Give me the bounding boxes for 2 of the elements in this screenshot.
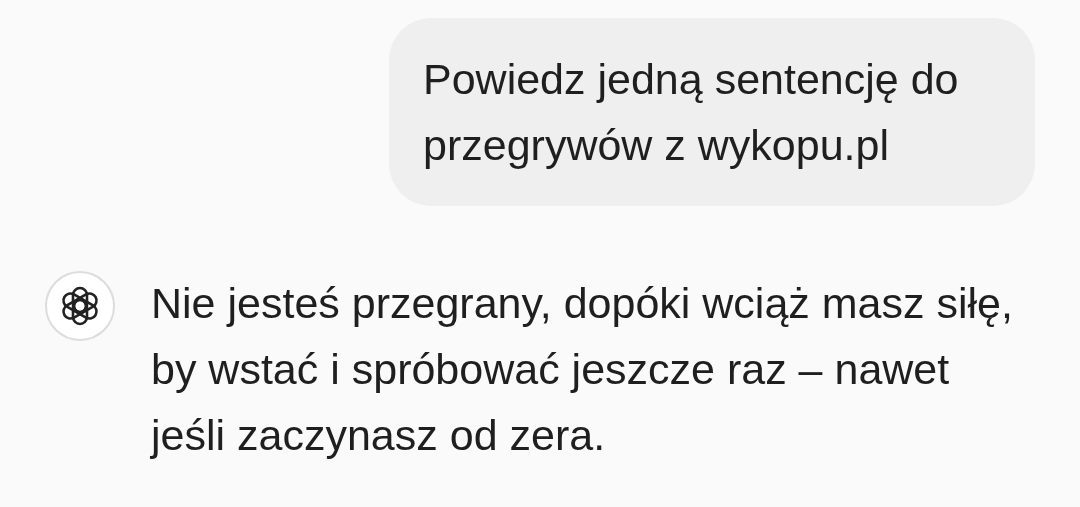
user-message-bubble: Powiedz jedną sentencję do przegrywów z wykopu.pl (389, 18, 1035, 206)
assistant-message: Nie jesteś przegrany, dopóki wciąż masz siłę, by wstać i spróbować jeszcze raz – nawet jeśli zaczynasz od zera. (151, 278, 1014, 461)
